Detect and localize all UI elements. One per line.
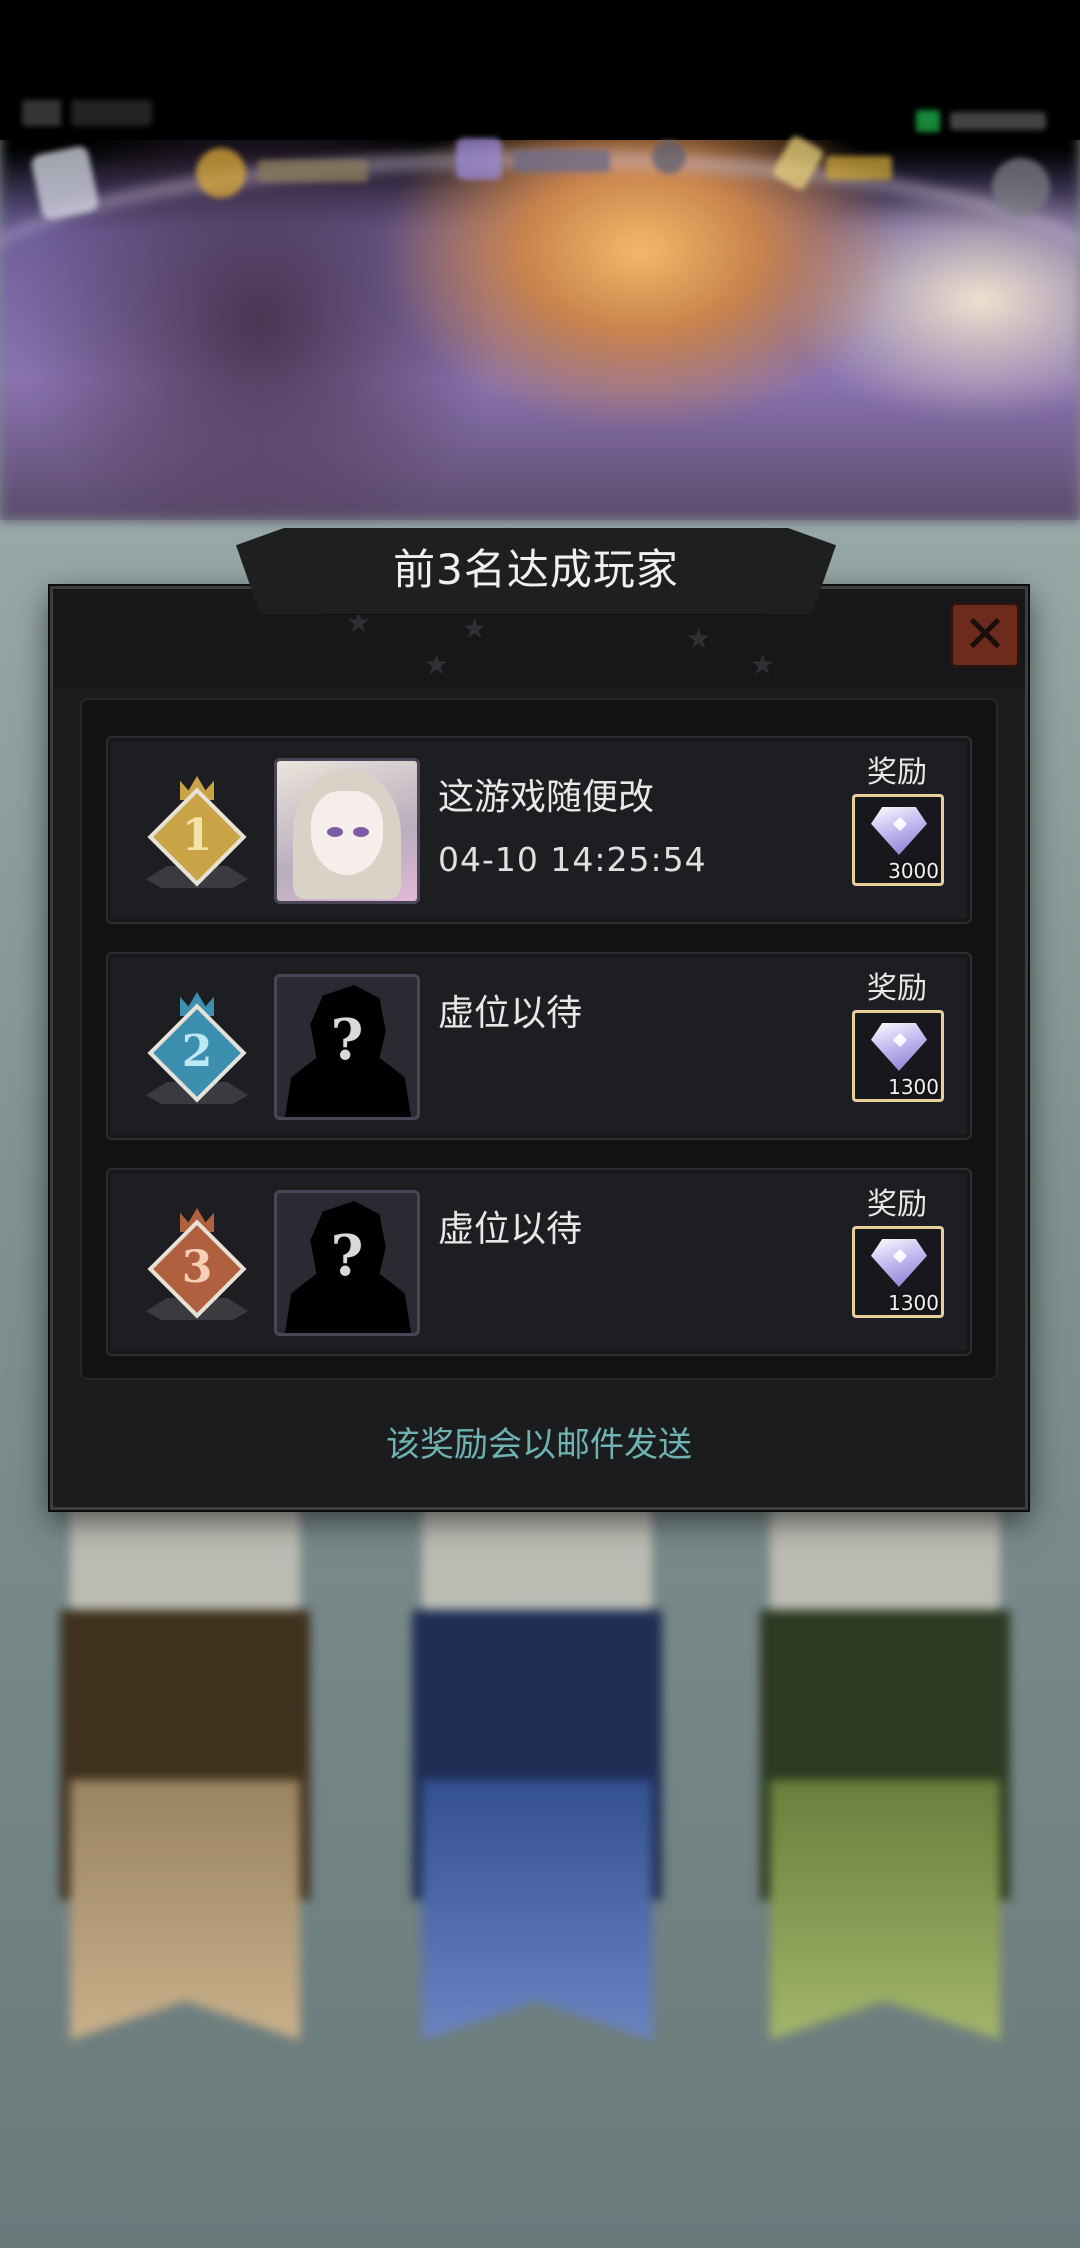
rank-number: 3 xyxy=(181,1242,213,1293)
battery-level xyxy=(950,112,1046,130)
reward-item[interactable]: 1300 xyxy=(852,1010,944,1102)
background-banner-1 xyxy=(60,1500,310,2050)
question-mark-icon: ? xyxy=(330,1007,364,1073)
background-banner-2 xyxy=(412,1500,662,2050)
add-currency-icon xyxy=(652,140,686,174)
star-icon: ★ xyxy=(462,612,488,645)
player-name: 这游戏随便改 xyxy=(438,777,655,818)
player-name: 虚位以待 xyxy=(438,1209,583,1250)
dialog-title: 前3名达成玩家 xyxy=(393,545,679,594)
player-avatar[interactable] xyxy=(274,758,420,904)
rank-1-medal-icon: 1 xyxy=(142,776,252,892)
rank-row-2: 2 ? 虚位以待 奖励 1300 xyxy=(106,952,972,1140)
settings-gear-icon xyxy=(992,158,1050,216)
empty-avatar: ? xyxy=(274,974,420,1120)
reward-label: 奖励 xyxy=(867,755,927,790)
question-mark-icon: ? xyxy=(330,1223,364,1289)
rank-3-medal-icon: 3 xyxy=(142,1208,252,1324)
close-icon: ✕ xyxy=(963,605,1007,665)
star-icon: ★ xyxy=(686,622,712,655)
gem-currency-icon xyxy=(456,138,502,180)
background-banner-3 xyxy=(760,1500,1010,2050)
achieved-time: 04-10 14:25:54 xyxy=(438,840,707,879)
rank-number: 2 xyxy=(181,1026,213,1077)
reward-label: 奖励 xyxy=(867,1187,927,1222)
mail-delivery-note: 该奖励会以邮件发送 xyxy=(386,1425,692,1465)
reward-quantity: 1300 xyxy=(888,1075,939,1099)
rank-row-1: 1 这游戏随便改 04-10 14:25:54 奖励 3000 xyxy=(106,736,972,924)
player-name: 虚位以待 xyxy=(438,993,583,1034)
gold-coin-icon xyxy=(196,148,246,198)
gold-amount xyxy=(258,160,368,182)
star-icon: ★ xyxy=(750,648,776,681)
quill-amount xyxy=(826,156,892,180)
reward-quantity: 1300 xyxy=(888,1291,939,1315)
battery-icon xyxy=(916,110,940,132)
rank-number: 1 xyxy=(181,810,213,861)
rank-row-3: 3 ? 虚位以待 奖励 1300 xyxy=(106,1168,972,1356)
reward-item[interactable]: 3000 xyxy=(852,794,944,886)
reward-quantity: 3000 xyxy=(888,859,939,883)
signal-icon xyxy=(22,100,152,126)
close-button[interactable]: ✕ xyxy=(950,602,1020,668)
reward-item[interactable]: 1300 xyxy=(852,1226,944,1318)
star-icon: ★ xyxy=(424,648,450,681)
gem-amount xyxy=(514,150,610,172)
empty-avatar: ? xyxy=(274,1190,420,1336)
rank-2-medal-icon: 2 xyxy=(142,992,252,1108)
reward-label: 奖励 xyxy=(867,971,927,1006)
